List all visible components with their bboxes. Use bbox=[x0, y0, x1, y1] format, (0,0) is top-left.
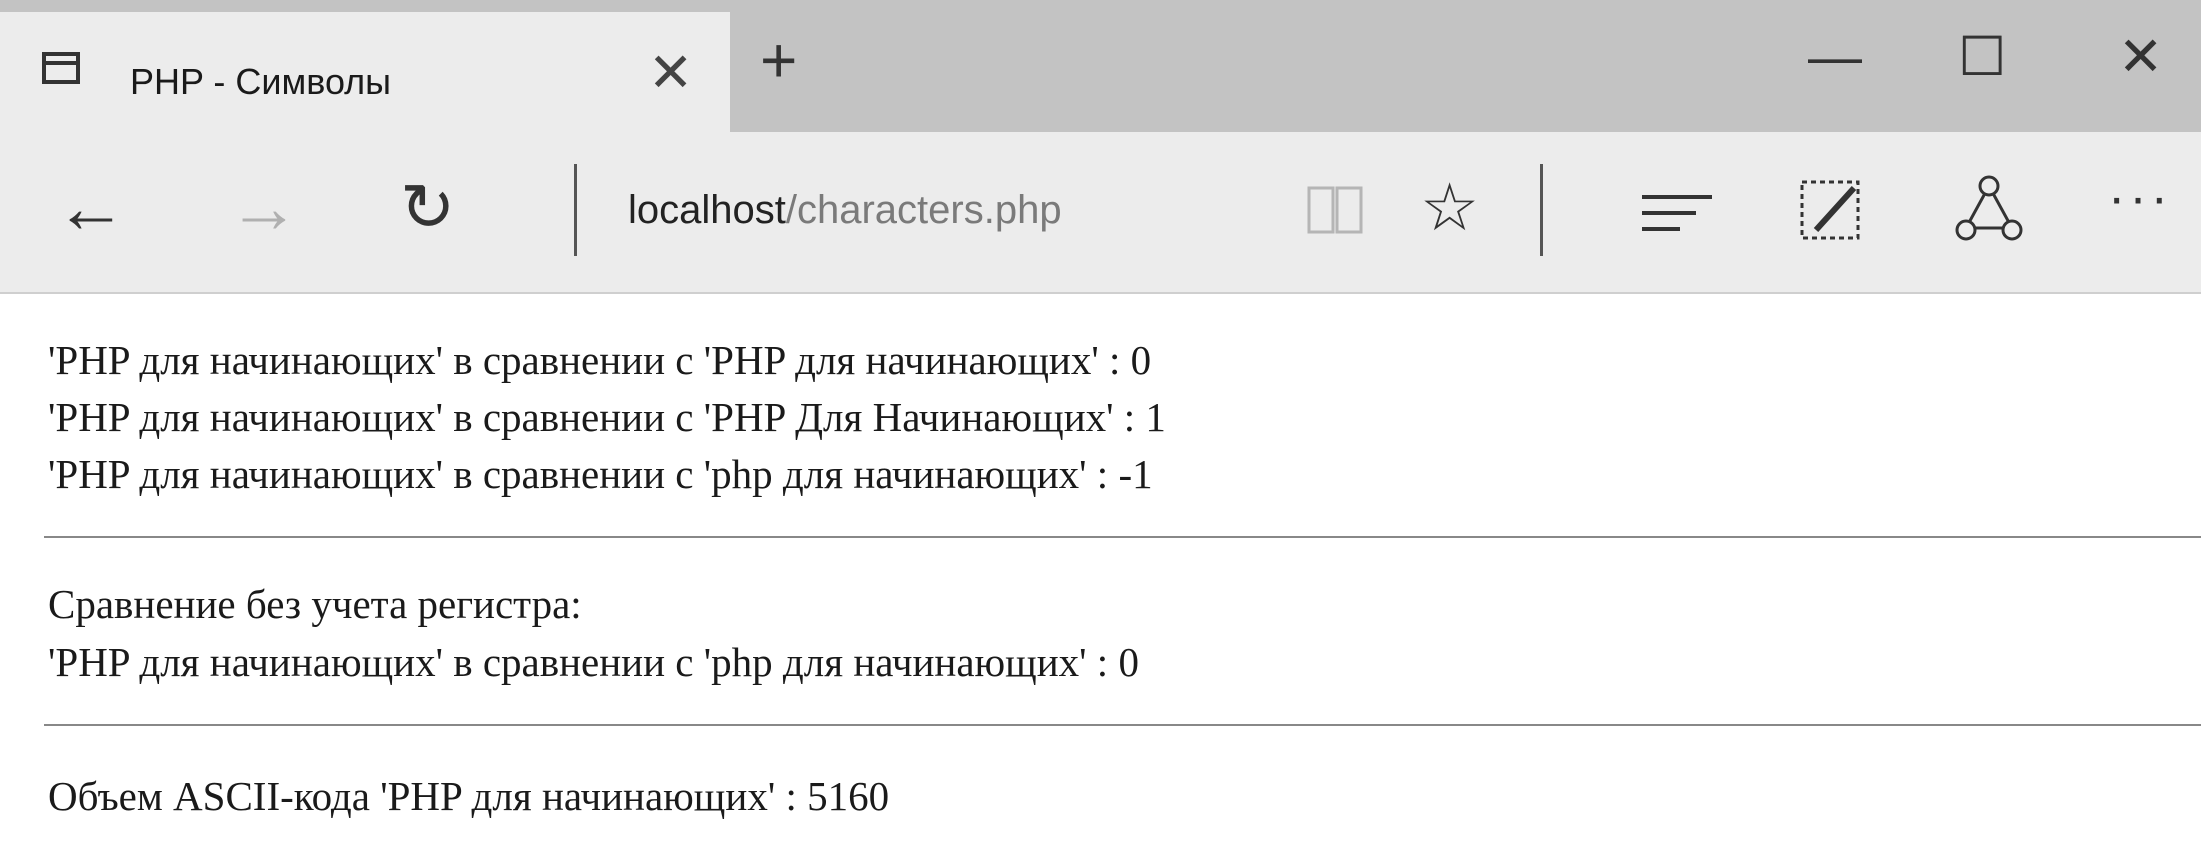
toolbar-separator bbox=[1540, 164, 1543, 256]
address-bar[interactable]: localhost/characters.php bbox=[628, 190, 1062, 230]
navigation-toolbar: ← → ↻ localhost/characters.php ☆ ··· bbox=[0, 132, 2201, 294]
new-tab-icon[interactable]: + bbox=[760, 28, 797, 92]
refresh-icon[interactable]: ↻ bbox=[400, 174, 455, 240]
maximize-icon[interactable]: ☐ bbox=[1958, 30, 2006, 84]
ascii-sum-line: Объем ASCII-кода 'PHP для начинающих' : … bbox=[48, 773, 890, 819]
more-icon[interactable]: ··· bbox=[2108, 172, 2172, 224]
tab-bar: PHP - Символы ✕ + — ☐ ✕ bbox=[0, 0, 2201, 132]
address-host: localhost bbox=[628, 188, 786, 232]
page-icon bbox=[42, 52, 80, 84]
tab-title: PHP - Символы bbox=[130, 61, 392, 102]
web-note-icon[interactable] bbox=[1796, 176, 1866, 246]
divider bbox=[44, 536, 2201, 538]
address-separator bbox=[574, 164, 577, 256]
divider bbox=[44, 724, 2201, 726]
tab-active[interactable]: PHP - Символы ✕ bbox=[0, 12, 730, 132]
back-icon[interactable]: ← bbox=[55, 172, 127, 244]
hub-icon[interactable] bbox=[1642, 194, 1712, 232]
compare-line: 'PHP для начинающих' в сравнении с 'PHP … bbox=[48, 394, 1166, 440]
case-insensitive-heading: Сравнение без учета регистра: bbox=[48, 581, 582, 627]
address-path: /characters.php bbox=[785, 188, 1062, 232]
compare-line: 'PHP для начинающих' в сравнении с 'PHP … bbox=[48, 337, 1152, 383]
forward-icon[interactable]: → bbox=[228, 172, 300, 244]
compare-line: 'PHP для начинающих' в сравнении с 'php … bbox=[48, 451, 1153, 497]
tab-close-icon[interactable]: ✕ bbox=[648, 46, 693, 100]
minimize-icon[interactable]: — bbox=[1808, 30, 1862, 84]
reading-view-icon[interactable] bbox=[1306, 184, 1364, 236]
share-icon[interactable] bbox=[1952, 174, 2026, 248]
favorite-star-icon[interactable]: ☆ bbox=[1420, 174, 1479, 240]
case-insensitive-line: 'PHP для начинающих' в сравнении с 'php … bbox=[48, 639, 1139, 685]
window-close-icon[interactable]: ✕ bbox=[2118, 30, 2163, 84]
